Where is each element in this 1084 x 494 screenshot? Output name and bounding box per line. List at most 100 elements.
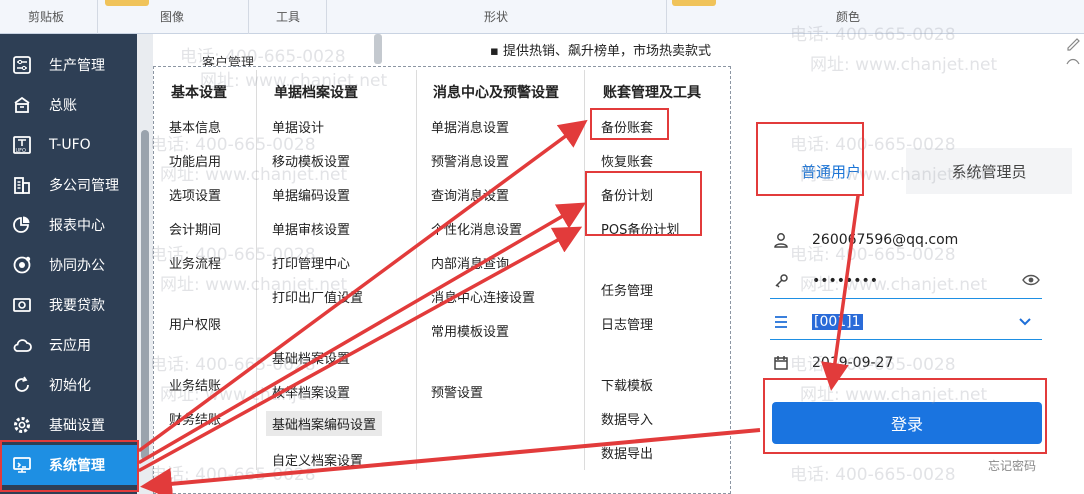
menu-item-internal-message[interactable]: 内部消息查询 [431, 253, 509, 272]
menu-item-common-template[interactable]: 常用模板设置 [431, 321, 509, 340]
menu-item-accounting-period[interactable]: 会计期间 [169, 219, 221, 238]
side-edit-icons [1064, 34, 1084, 74]
sidebar-item-label: 多公司管理 [49, 178, 119, 194]
ledger-icon [11, 94, 33, 116]
username-field[interactable]: 260067596@qq.com [770, 222, 1042, 258]
forgot-password-link[interactable]: 忘记密码 [988, 457, 1036, 474]
chevron-down-icon[interactable] [1018, 316, 1032, 331]
menu-item-data-export[interactable]: 数据导出 [601, 443, 653, 462]
tufo-icon: UFO [11, 134, 33, 156]
menu-item-alert-settings[interactable]: 预警设置 [431, 382, 483, 401]
sidebar-item-loan[interactable]: 我要贷款 [0, 285, 137, 325]
username-value: 260067596@qq.com [812, 232, 959, 248]
loan-icon [11, 294, 33, 316]
sidebar: 生产管理 总账 UFO T-UFO 多公司管理 报表中心 协同办公 我要贷款 云… [0, 34, 137, 494]
annotation-box-system-management [0, 440, 139, 492]
menu-column-divider [256, 70, 257, 470]
refresh-icon [11, 374, 33, 396]
ribbon-tab-marker [672, 0, 716, 6]
menu-header-basic-settings: 基本设置 [171, 85, 227, 101]
menu-item-print-factory[interactable]: 打印出厂值设置 [272, 287, 363, 306]
user-icon [770, 232, 792, 248]
menu-item-user-permissions[interactable]: 用户权限 [169, 314, 221, 333]
menu-item-mobile-template[interactable]: 移动模板设置 [272, 151, 350, 170]
sidebar-item-label: 协同办公 [49, 258, 105, 274]
menu-item-finance-close[interactable]: 财务结账 [169, 409, 221, 428]
date-value: 2019-09-27 [812, 355, 894, 371]
account-select[interactable]: [001]1 [770, 304, 1042, 340]
collab-icon [11, 254, 33, 276]
production-icon [11, 54, 33, 76]
ribbon-separator [326, 0, 327, 34]
sidebar-item-report[interactable]: 报表中心 [0, 205, 137, 245]
sidebar-item-multi-company[interactable]: 多公司管理 [0, 165, 137, 205]
menu-item-document-audit[interactable]: 单据审核设置 [272, 219, 350, 238]
ribbon-toolbar: 剪贴板 图像 工具 形状 颜色 [0, 0, 1084, 34]
eye-icon[interactable] [1022, 273, 1040, 291]
annotation-box-normal-user [756, 122, 864, 196]
sidebar-item-init[interactable]: 初始化 [0, 365, 137, 405]
menu-item-message-connect[interactable]: 消息中心连接设置 [431, 287, 535, 306]
list-icon [770, 314, 792, 330]
sidebar-item-label: 云应用 [49, 338, 91, 354]
menu-column-divider [584, 70, 585, 470]
menu-item-basic-archive[interactable]: 基础档案设置 [272, 348, 350, 367]
menu-item-business-close[interactable]: 业务结账 [169, 375, 221, 394]
menu-item-restore-account[interactable]: 恢复账套 [601, 151, 653, 170]
menu-item-alert-message[interactable]: 预警消息设置 [431, 151, 509, 170]
ribbon-separator [97, 0, 98, 34]
sidebar-item-label: 总账 [49, 98, 77, 114]
menu-item-task-management[interactable]: 任务管理 [601, 280, 653, 299]
password-field[interactable]: •••••••• [770, 263, 1042, 299]
menu-item-basic-info[interactable]: 基本信息 [169, 117, 221, 136]
sidebar-item-ledger[interactable]: 总账 [0, 85, 137, 125]
ribbon-group-tools[interactable]: 工具 [276, 8, 300, 25]
sidebar-item-production[interactable]: 生产管理 [0, 45, 137, 85]
menu-item-custom-archive[interactable]: 自定义档案设置 [272, 450, 363, 469]
sidebar-item-basic-settings[interactable]: 基础设置 [0, 405, 137, 445]
menu-item-print-center[interactable]: 打印管理中心 [272, 253, 350, 272]
ribbon-separator [248, 0, 249, 34]
menu-item-business-flow[interactable]: 业务流程 [169, 253, 221, 272]
sidebar-item-collab[interactable]: 协同办公 [0, 245, 137, 285]
ribbon-group-colors[interactable]: 颜色 [836, 8, 860, 25]
promo-bullet: ▪ 提供热销、飙升榜单，市场热卖款式 [490, 44, 711, 59]
ribbon-group-clipboard[interactable]: 剪贴板 [28, 8, 64, 25]
menu-item-data-import[interactable]: 数据导入 [601, 409, 653, 428]
ribbon-separator [666, 0, 667, 34]
svg-text:UFO: UFO [16, 148, 27, 154]
menu-item-query-message[interactable]: 查询消息设置 [431, 185, 509, 204]
menu-item-log-management[interactable]: 日志管理 [601, 314, 653, 333]
account-selected-value: [001]1 [812, 313, 863, 330]
menu-header-document-settings: 单据档案设置 [274, 85, 358, 101]
menu-item-document-design[interactable]: 单据设计 [272, 117, 324, 136]
menu-item-option-settings[interactable]: 选项设置 [169, 185, 221, 204]
promo-bullet-text: 提供热销、飙升榜单，市场热卖款式 [502, 44, 711, 59]
ribbon-group-shapes[interactable]: 形状 [484, 8, 508, 25]
sidebar-item-label: 我要贷款 [49, 298, 105, 314]
sidebar-item-label: 生产管理 [49, 58, 105, 74]
ribbon-group-image[interactable]: 图像 [160, 8, 184, 25]
menu-item-download-template[interactable]: 下载模板 [601, 375, 653, 394]
sidebar-item-tufo[interactable]: UFO T-UFO [0, 125, 137, 165]
menu-item-personal-message[interactable]: 个性化消息设置 [431, 219, 522, 238]
inner-scrollbar-thumb[interactable] [374, 34, 382, 64]
menu-header-account-tools: 账套管理及工具 [603, 85, 701, 101]
sidebar-item-label: T-UFO [49, 137, 91, 153]
menu-item-doc-message[interactable]: 单据消息设置 [431, 117, 509, 136]
sidebar-item-cloud[interactable]: 云应用 [0, 325, 137, 365]
menu-item-archive-code[interactable]: 基础档案编码设置 [266, 411, 383, 436]
menu-item-feature-enable[interactable]: 功能启用 [169, 151, 221, 170]
date-field[interactable]: 2019-09-27 [770, 345, 1042, 381]
menu-item-document-code[interactable]: 单据编码设置 [272, 185, 350, 204]
menu-header-message-center: 消息中心及预警设置 [433, 85, 559, 101]
report-pie-icon [11, 214, 33, 236]
menu-item-enum-archive[interactable]: 枚举档案设置 [272, 382, 350, 401]
sidebar-scrollbar-thumb[interactable] [141, 130, 149, 460]
annotation-box-login-button [763, 378, 1047, 454]
tab-system-admin[interactable]: 系统管理员 [906, 148, 1072, 194]
sidebar-item-label: 基础设置 [49, 418, 105, 434]
gear-icon [11, 414, 33, 436]
annotation-box-backup-plans [585, 171, 702, 236]
key-icon [770, 273, 792, 289]
